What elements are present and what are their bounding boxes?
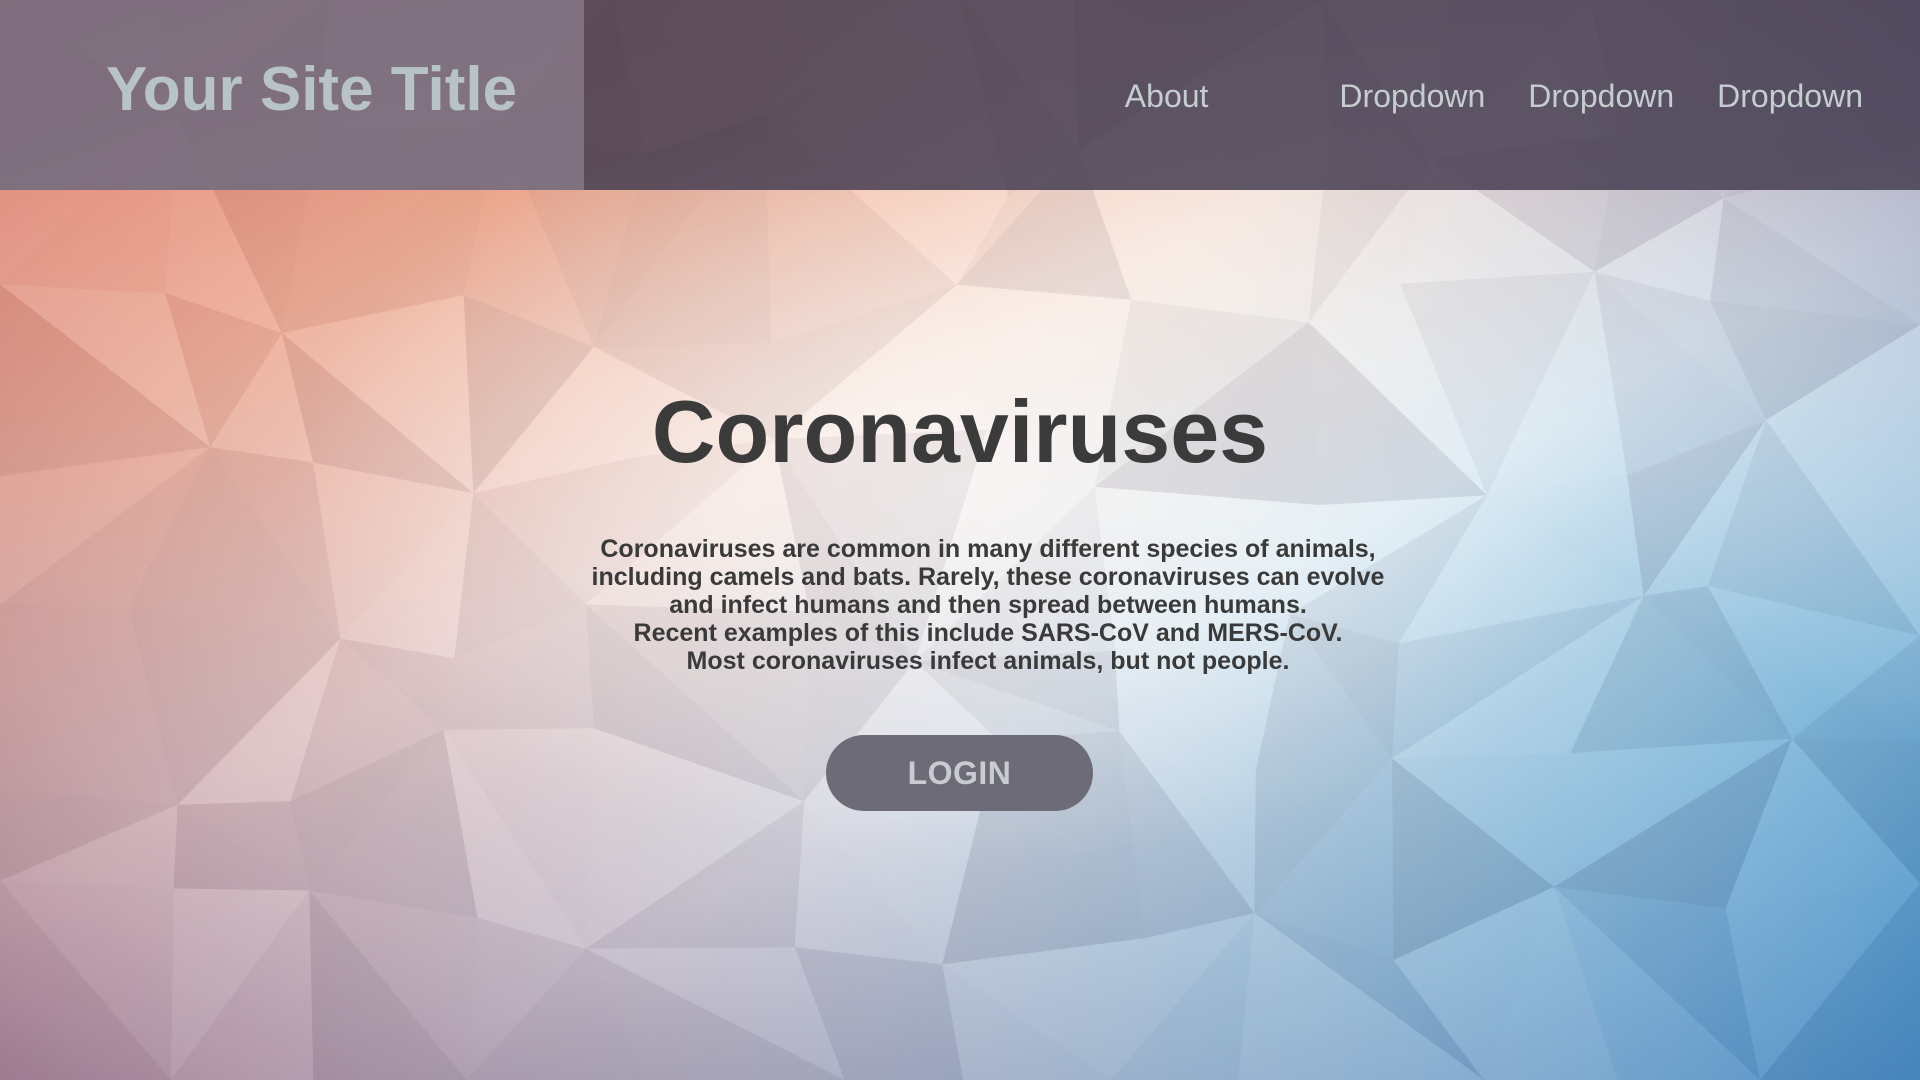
login-button[interactable]: LOGIN [826, 735, 1093, 811]
nav-item-dropdown-3[interactable]: Dropdown [1717, 70, 1863, 122]
hero-title: Coronaviruses [651, 382, 1269, 481]
hero-description-line: Most coronaviruses infect animals, but n… [686, 647, 1290, 675]
nav-item-dropdown-1[interactable]: Dropdown [1339, 70, 1485, 122]
main-nav: About Dropdown Dropdown Dropdown [1125, 70, 1863, 122]
hero-description-line: including camels and bats. Rarely, these… [591, 563, 1385, 591]
hero-description-line: Recent examples of this include SARS-CoV… [633, 619, 1343, 647]
nav-item-dropdown-2[interactable]: Dropdown [1528, 70, 1674, 122]
site-title-box: Your Site Title [0, 0, 584, 190]
top-navigation-bar: Your Site Title About Dropdown Dropdown … [0, 0, 1920, 190]
nav-item-about[interactable]: About [1125, 70, 1209, 122]
hero-description-line: Coronaviruses are common in many differe… [600, 535, 1376, 563]
site-title[interactable]: Your Site Title [106, 52, 517, 128]
hero-description: Coronaviruses are common in many differe… [520, 535, 1456, 675]
hero-description-line: and infect humans and then spread betwee… [669, 591, 1307, 619]
